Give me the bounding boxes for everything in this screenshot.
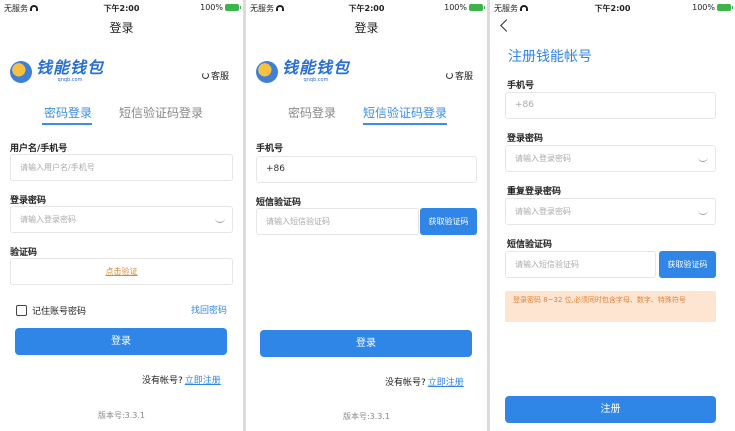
signup-row: 没有帐号? 立即注册 — [142, 376, 221, 386]
logo-domain: qnqb.com — [57, 77, 83, 83]
page-title: 登录 — [354, 21, 379, 35]
tab-sms-login[interactable]: 短信验证码登录 — [363, 104, 447, 121]
hide-password-icon[interactable] — [215, 218, 225, 223]
headset-icon — [445, 72, 453, 79]
hide-password-icon[interactable] — [698, 210, 708, 215]
sms-login-screen: 无服务 下午2:00 100% 登录 钱能钱包 qnqb.com 客服 密码登录… — [246, 0, 487, 431]
phone-input[interactable]: +86 — [256, 156, 477, 183]
get-code-button[interactable]: 获取验证码 — [420, 208, 477, 235]
login-button[interactable]: 登录 — [15, 328, 227, 355]
register-button[interactable]: 注册 — [505, 396, 716, 423]
logo-icon — [10, 60, 32, 83]
phone-label: 手机号 — [256, 144, 284, 154]
tab-sms-login[interactable]: 短信验证码登录 — [119, 104, 203, 121]
checkbox-icon[interactable] — [16, 305, 27, 316]
register-screen: 无服务 下午2:00 100% 注册钱能帐号 手机号 +86 登录密码 请输入登… — [490, 0, 735, 431]
password-login-screen: 无服务 下午2:00 100% 登录 钱能钱包 qnqb.com 客服 密码登录… — [0, 0, 243, 431]
battery-icon — [469, 4, 485, 11]
version-text: 版本号:3.3.1 — [342, 412, 391, 421]
app-logo: 钱能钱包 qnqb.com — [256, 60, 350, 83]
battery-indicator: 100% — [692, 3, 733, 12]
password-rule-notice: 登录密码 8~32 位,必须同时包含字母、数字、特殊符号 — [505, 291, 716, 322]
register-link[interactable]: 立即注册 — [185, 376, 221, 386]
logo-name: 钱能钱包 — [36, 58, 105, 77]
battery-icon — [717, 4, 733, 11]
sms-code-label: 短信验证码 — [507, 240, 553, 250]
headset-icon — [201, 72, 209, 79]
logo-domain: qnqb.com — [303, 77, 329, 83]
customer-service-button[interactable]: 客服 — [445, 69, 473, 82]
sms-code-input[interactable]: 请输入短信验证码 — [505, 251, 656, 278]
register-link[interactable]: 立即注册 — [428, 378, 464, 388]
screens: 无服务 下午2:00 100% 登录 钱能钱包 qnqb.com 客服 密码登录… — [0, 0, 735, 431]
logo-icon — [256, 60, 278, 83]
password-input[interactable]: 请输入登录密码 — [505, 145, 716, 172]
sms-code-input[interactable]: 请输入短信验证码 — [256, 208, 419, 235]
repeat-password-input[interactable]: 请输入登录密码 — [505, 198, 716, 225]
signup-row: 没有帐号? 立即注册 — [385, 378, 464, 388]
forgot-password-link[interactable]: 找回密码 — [191, 303, 227, 316]
password-label: 登录密码 — [10, 196, 47, 206]
active-tab-underline — [363, 123, 447, 125]
status-bar: 无服务 下午2:00 100% — [246, 0, 487, 15]
tab-password-login[interactable]: 密码登录 — [288, 104, 336, 121]
password-input[interactable]: 请输入登录密码 — [10, 206, 233, 233]
back-icon[interactable] — [500, 19, 513, 32]
captcha-verify-link[interactable]: 点击验证 — [10, 258, 233, 285]
password-label: 登录密码 — [507, 134, 544, 144]
login-button[interactable]: 登录 — [260, 330, 472, 357]
status-bar: 无服务 下午2:00 100% — [490, 0, 735, 15]
battery-indicator: 100% — [200, 3, 241, 12]
battery-icon — [225, 4, 241, 11]
app-logo: 钱能钱包 qnqb.com — [10, 60, 104, 83]
username-input[interactable]: 请输入用户名/手机号 — [10, 154, 233, 181]
hide-password-icon[interactable] — [698, 157, 708, 162]
status-bar: 无服务 下午2:00 100% — [0, 0, 243, 15]
version-text: 版本号:3.3.1 — [97, 411, 146, 420]
logo-name: 钱能钱包 — [282, 58, 351, 77]
phone-label: 手机号 — [507, 81, 535, 91]
repeat-password-label: 重复登录密码 — [507, 187, 562, 197]
battery-indicator: 100% — [444, 3, 485, 12]
username-label: 用户名/手机号 — [10, 144, 68, 154]
phone-input[interactable]: +86 — [505, 92, 716, 119]
remember-checkbox[interactable]: 记住账号密码 — [16, 304, 86, 317]
tab-password-login[interactable]: 密码登录 — [44, 104, 92, 121]
active-tab-underline — [42, 123, 92, 125]
captcha-label: 验证码 — [10, 248, 38, 258]
sms-code-label: 短信验证码 — [256, 198, 302, 208]
page-title: 登录 — [109, 21, 134, 35]
customer-service-button[interactable]: 客服 — [201, 69, 229, 82]
get-code-button[interactable]: 获取验证码 — [659, 251, 716, 278]
page-title: 注册钱能帐号 — [508, 49, 592, 65]
